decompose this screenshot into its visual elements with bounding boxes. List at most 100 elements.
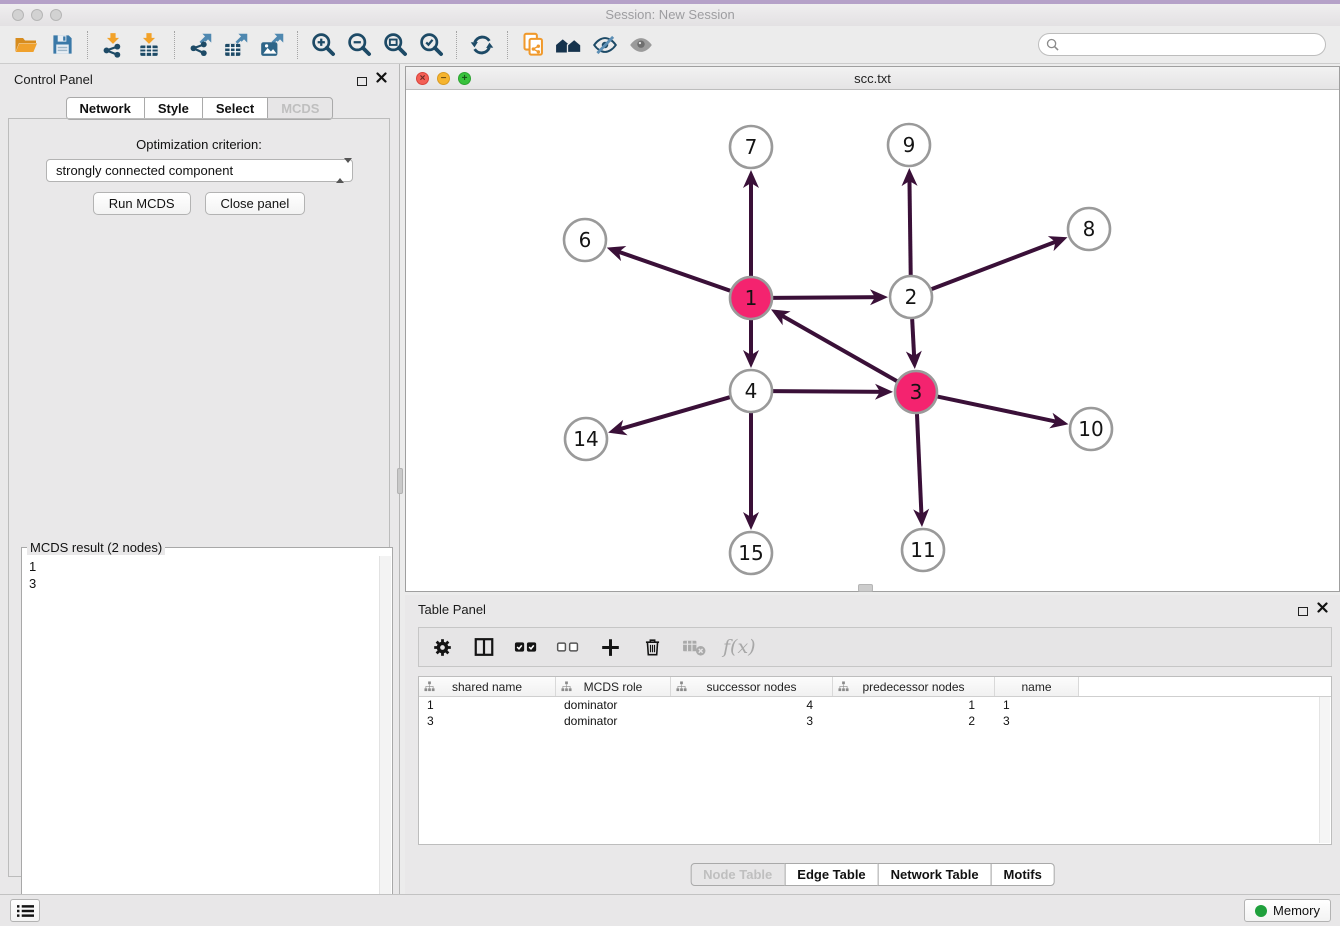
folder-open-icon	[13, 33, 39, 57]
table-cell[interactable]: 2	[833, 714, 995, 728]
open-session-button[interactable]	[8, 29, 44, 61]
export-network-icon	[187, 32, 213, 58]
split-panel-button[interactable]	[471, 634, 497, 660]
table-row[interactable]: 3dominator323	[419, 713, 1331, 729]
export-table-button[interactable]	[218, 29, 254, 61]
float-panel-button[interactable]	[357, 73, 367, 91]
edge-2-3[interactable]	[912, 319, 914, 364]
edge-3-11[interactable]	[917, 414, 922, 522]
tab-mcds[interactable]: MCDS	[267, 97, 333, 120]
delete-table-icon	[682, 637, 707, 657]
create-column-button[interactable]	[597, 634, 623, 660]
column-header-predecessor-nodes[interactable]: predecessor nodes	[833, 677, 995, 696]
tab-style[interactable]: Style	[144, 97, 203, 120]
column-header-successor-nodes[interactable]: successor nodes	[671, 677, 833, 696]
close-table-panel-button[interactable]	[1317, 602, 1328, 613]
table-cell[interactable]: 3	[995, 714, 1079, 728]
edge-4-3[interactable]	[773, 391, 888, 392]
vertical-splitter-grip[interactable]	[397, 468, 403, 494]
search-input[interactable]	[1064, 36, 1325, 53]
delete-column-button[interactable]	[639, 634, 665, 660]
eye-slash-icon	[591, 32, 619, 58]
table-scrollbar[interactable]	[1319, 697, 1330, 843]
node-label-6: 6	[579, 228, 592, 252]
table-cell[interactable]: 4	[671, 698, 833, 712]
column-header-name[interactable]: name	[995, 677, 1079, 696]
node-label-15: 15	[738, 541, 763, 565]
zoom-selected-button[interactable]	[413, 29, 449, 61]
table-cell[interactable]: dominator	[556, 714, 671, 728]
network-canvas[interactable]: 7968124314101511	[406, 90, 1339, 591]
run-mcds-button[interactable]: Run MCDS	[93, 192, 191, 215]
import-table-button[interactable]	[131, 29, 167, 61]
node-label-7: 7	[745, 135, 758, 159]
horizontal-splitter-grip[interactable]	[858, 584, 873, 592]
zoom-fit-button[interactable]	[377, 29, 413, 61]
table-cell[interactable]: 3	[671, 714, 833, 728]
zoom-out-button[interactable]	[341, 29, 377, 61]
close-icon	[1317, 602, 1328, 613]
toolbar-separator	[456, 31, 457, 59]
zoom-out-icon	[346, 31, 373, 58]
network-window-titlebar: × − + scc.txt	[406, 67, 1339, 90]
memory-button[interactable]: Memory	[1244, 899, 1331, 922]
edge-2-8[interactable]	[932, 239, 1063, 289]
edge-4-14[interactable]	[613, 397, 730, 431]
export-network-button[interactable]	[182, 29, 218, 61]
table-cell[interactable]: dominator	[556, 698, 671, 712]
criterion-select[interactable]: strongly connected component	[46, 159, 353, 182]
result-scrollbar[interactable]	[379, 556, 391, 922]
export-image-button[interactable]	[254, 29, 290, 61]
tab-network[interactable]: Network	[66, 97, 145, 120]
task-history-button[interactable]	[10, 899, 40, 922]
column-header-mcds-role[interactable]: MCDS role	[556, 677, 671, 696]
float-table-panel-button[interactable]	[1298, 603, 1308, 621]
table-cell[interactable]: 1	[419, 698, 556, 712]
node-label-8: 8	[1083, 217, 1096, 241]
column-header-shared-name[interactable]: shared name	[419, 677, 556, 696]
refresh-button[interactable]	[464, 29, 500, 61]
column-label: shared name	[452, 680, 522, 694]
save-session-button[interactable]	[44, 29, 80, 61]
network-graph: 7968124314101511	[406, 90, 1339, 591]
tab-edge-table[interactable]: Edge Table	[784, 863, 878, 886]
export-image-icon	[259, 32, 285, 58]
duplicate-network-button[interactable]	[515, 29, 551, 61]
table-settings-button[interactable]	[429, 634, 455, 660]
select-chevrons-icon	[336, 163, 346, 179]
double-house-button[interactable]	[551, 29, 587, 61]
tab-node-table[interactable]: Node Table	[690, 863, 785, 886]
edge-3-1[interactable]	[775, 312, 897, 381]
column-label: successor nodes	[706, 680, 796, 694]
table-cell[interactable]: 1	[995, 698, 1079, 712]
main-titlebar: Session: New Session	[0, 4, 1340, 27]
table-row[interactable]: 1dominator411	[419, 697, 1331, 713]
select-all-columns-button[interactable]	[513, 634, 539, 660]
tree-icon	[561, 681, 572, 692]
zoom-in-button[interactable]	[305, 29, 341, 61]
edge-3-10[interactable]	[938, 397, 1064, 424]
function-builder-button: f(x)	[723, 634, 756, 660]
edge-2-9[interactable]	[909, 173, 910, 275]
zoom-selected-icon	[418, 31, 445, 58]
import-network-button[interactable]	[95, 29, 131, 61]
close-panel-button[interactable]	[376, 72, 387, 83]
toolbar-separator	[87, 31, 88, 59]
tab-network-table[interactable]: Network Table	[878, 863, 992, 886]
close-icon	[376, 72, 387, 83]
memory-label: Memory	[1273, 903, 1320, 918]
show-eye-button[interactable]	[623, 29, 659, 61]
search-field[interactable]	[1038, 33, 1326, 56]
close-panel-button-mcds[interactable]: Close panel	[205, 192, 306, 215]
clear-all-columns-button[interactable]	[555, 634, 581, 660]
table-cell[interactable]: 1	[833, 698, 995, 712]
hide-eye-button[interactable]	[587, 29, 623, 61]
edge-1-6[interactable]	[611, 249, 730, 291]
tab-motifs[interactable]: Motifs	[991, 863, 1055, 886]
tab-select[interactable]: Select	[202, 97, 268, 120]
edge-1-2[interactable]	[773, 297, 883, 298]
table-cell[interactable]: 3	[419, 714, 556, 728]
node-table: shared name MCDS role successor nodes pr…	[418, 676, 1332, 845]
node-label-10: 10	[1078, 417, 1103, 441]
zoom-in-icon	[310, 31, 337, 58]
